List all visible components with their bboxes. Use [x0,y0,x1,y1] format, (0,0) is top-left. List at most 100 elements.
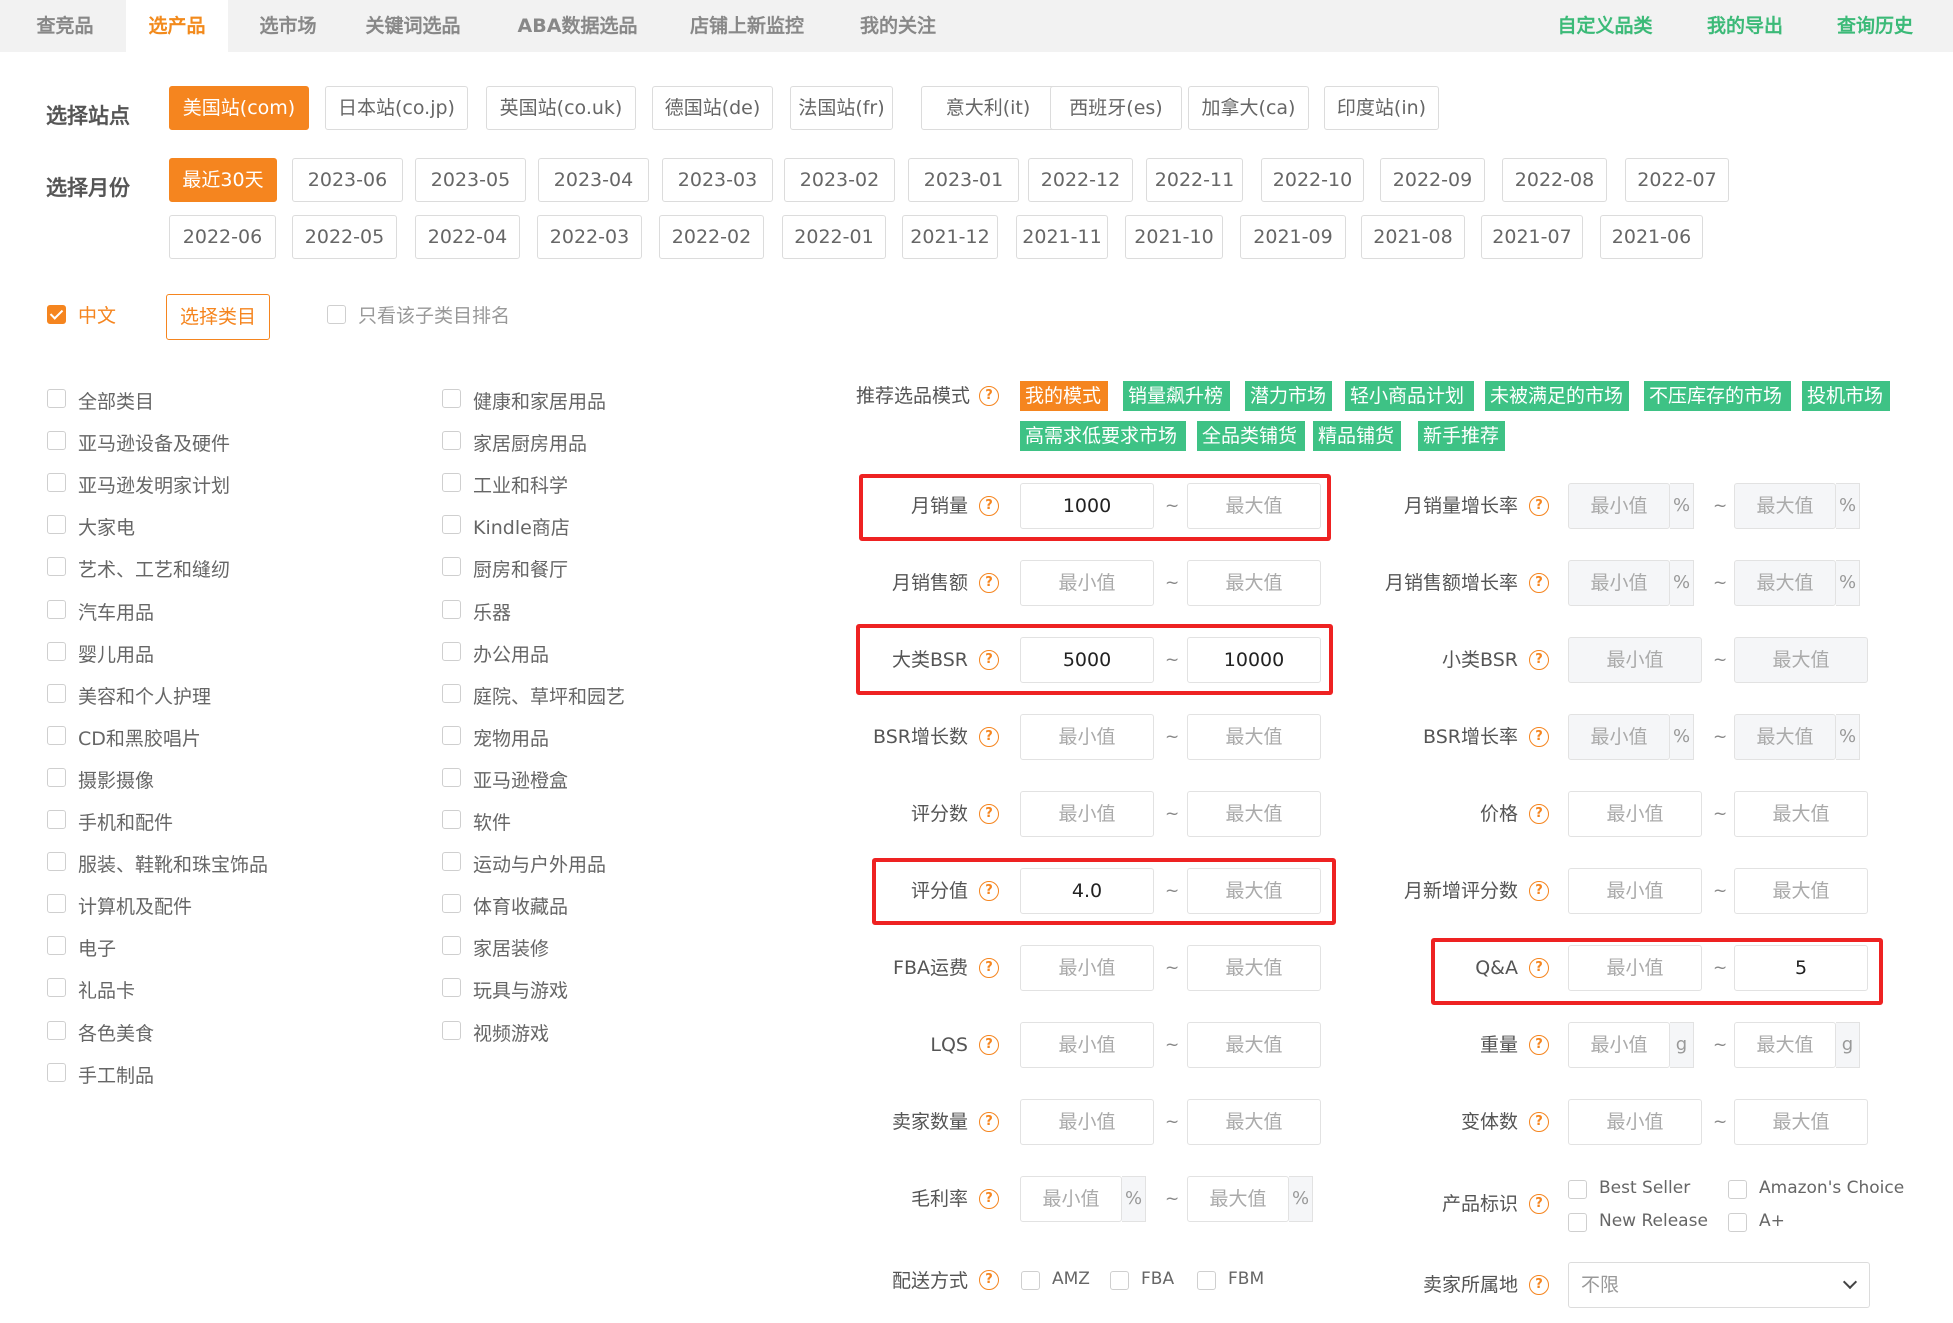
category-checkbox[interactable] [47,936,66,955]
category-checkbox[interactable] [47,726,66,745]
help-icon[interactable]: ? [979,650,999,670]
category-checkbox[interactable] [47,1063,66,1082]
mode-tag[interactable]: 精品铺货 [1313,421,1401,451]
max-input[interactable]: 最大值 [1187,560,1321,606]
month-option[interactable]: 2022-10 [1261,158,1364,202]
site-option[interactable]: 英国站(co.uk) [486,86,636,130]
help-icon[interactable]: ? [979,573,999,593]
max-input[interactable]: 最大值 [1734,868,1868,914]
category-checkbox[interactable] [442,515,461,534]
category-checkbox[interactable] [442,894,461,913]
min-input[interactable]: 最小值 [1568,945,1702,991]
category-checkbox[interactable] [47,684,66,703]
max-input[interactable]: 最大值 [1187,483,1321,529]
help-icon[interactable]: ? [979,958,999,978]
min-input[interactable]: 最小值 [1568,483,1670,529]
month-option[interactable]: 2021-09 [1240,215,1346,259]
shipping-checkbox[interactable] [1021,1271,1040,1290]
nav-tab[interactable]: 关键词选品 [348,0,478,52]
help-icon[interactable]: ? [1529,496,1549,516]
category-checkbox[interactable] [47,1021,66,1040]
help-icon[interactable]: ? [1529,1112,1549,1132]
site-option[interactable]: 日本站(co.jp) [325,86,468,130]
month-option[interactable]: 2023-05 [415,158,526,202]
category-checkbox[interactable] [442,726,461,745]
category-checkbox[interactable] [442,389,461,408]
min-input[interactable]: 1000 [1020,483,1154,529]
max-input[interactable]: 最大值 [1187,1176,1289,1222]
min-input[interactable]: 最小值 [1020,1022,1154,1068]
category-checkbox[interactable] [442,768,461,787]
help-icon[interactable]: ? [979,727,999,747]
month-option[interactable]: 2022-07 [1625,158,1729,202]
help-icon[interactable]: ? [1529,804,1549,824]
month-option[interactable]: 2021-08 [1361,215,1465,259]
nav-tab[interactable]: ABA数据选品 [490,0,665,52]
chinese-checkbox[interactable] [47,305,66,324]
category-checkbox[interactable] [47,852,66,871]
mode-tag[interactable]: 轻小商品计划 [1345,381,1474,411]
max-input[interactable]: 5 [1734,945,1868,991]
mode-tag[interactable]: 投机市场 [1802,381,1890,411]
max-input[interactable]: 10000 [1187,637,1321,683]
category-checkbox[interactable] [47,473,66,492]
help-icon[interactable]: ? [1529,1035,1549,1055]
category-checkbox[interactable] [442,431,461,450]
mode-tag[interactable]: 销量飙升榜 [1123,381,1230,411]
site-option[interactable]: 法国站(fr) [790,86,893,130]
category-checkbox[interactable] [442,936,461,955]
site-option[interactable]: 德国站(de) [652,86,773,130]
month-option[interactable]: 2021-11 [1016,215,1108,259]
min-input[interactable]: 最小值 [1020,714,1154,760]
category-checkbox[interactable] [442,600,461,619]
min-input[interactable]: 4.0 [1020,868,1154,914]
category-checkbox[interactable] [442,642,461,661]
month-option[interactable]: 2021-06 [1600,215,1703,259]
badge-checkbox[interactable] [1728,1213,1747,1232]
min-input[interactable]: 最小值 [1568,868,1702,914]
month-option[interactable]: 2022-05 [292,215,397,259]
month-option[interactable]: 2022-06 [169,215,276,259]
min-input[interactable]: 最小值 [1020,560,1154,606]
month-option[interactable]: 2023-03 [662,158,773,202]
month-option[interactable]: 2022-03 [537,215,642,259]
month-option[interactable]: 2022-04 [415,215,520,259]
help-icon[interactable]: ? [1529,881,1549,901]
max-input[interactable]: 最大值 [1187,714,1321,760]
category-checkbox[interactable] [47,642,66,661]
min-input[interactable]: 最小值 [1568,1022,1670,1068]
category-checkbox[interactable] [47,431,66,450]
max-input[interactable]: 最大值 [1734,560,1836,606]
help-icon[interactable]: ? [1529,1275,1549,1295]
category-checkbox[interactable] [47,894,66,913]
category-checkbox[interactable] [47,600,66,619]
nav-tab[interactable]: 选市场 [238,0,338,52]
min-input[interactable]: 最小值 [1020,1176,1122,1222]
help-icon[interactable]: ? [1529,650,1549,670]
max-input[interactable]: 最大值 [1734,1099,1868,1145]
nav-tab[interactable]: 店铺上新监控 [672,0,822,52]
mode-tag[interactable]: 我的模式 [1020,381,1108,411]
help-icon[interactable]: ? [979,1270,999,1290]
month-option[interactable]: 2022-08 [1502,158,1607,202]
category-checkbox[interactable] [442,684,461,703]
site-option[interactable]: 美国站(com) [169,86,309,130]
category-checkbox[interactable] [442,978,461,997]
max-input[interactable]: 最大值 [1734,483,1836,529]
help-icon[interactable]: ? [979,496,999,516]
mode-tag[interactable]: 新手推荐 [1418,421,1505,451]
nav-link[interactable]: 自定义品类 [1540,0,1670,52]
min-input[interactable]: 最小值 [1568,637,1702,683]
help-icon[interactable]: ? [979,386,999,406]
help-icon[interactable]: ? [1529,958,1549,978]
month-option[interactable]: 2021-07 [1481,215,1583,259]
mode-tag[interactable]: 高需求低要求市场 [1020,421,1186,451]
help-icon[interactable]: ? [979,1112,999,1132]
max-input[interactable]: 最大值 [1734,1022,1836,1068]
category-checkbox[interactable] [442,810,461,829]
month-option[interactable]: 2023-02 [784,158,895,202]
mode-tag[interactable]: 全品类铺货 [1197,421,1305,451]
min-input[interactable]: 最小值 [1020,1099,1154,1145]
category-checkbox[interactable] [47,810,66,829]
category-checkbox[interactable] [442,557,461,576]
